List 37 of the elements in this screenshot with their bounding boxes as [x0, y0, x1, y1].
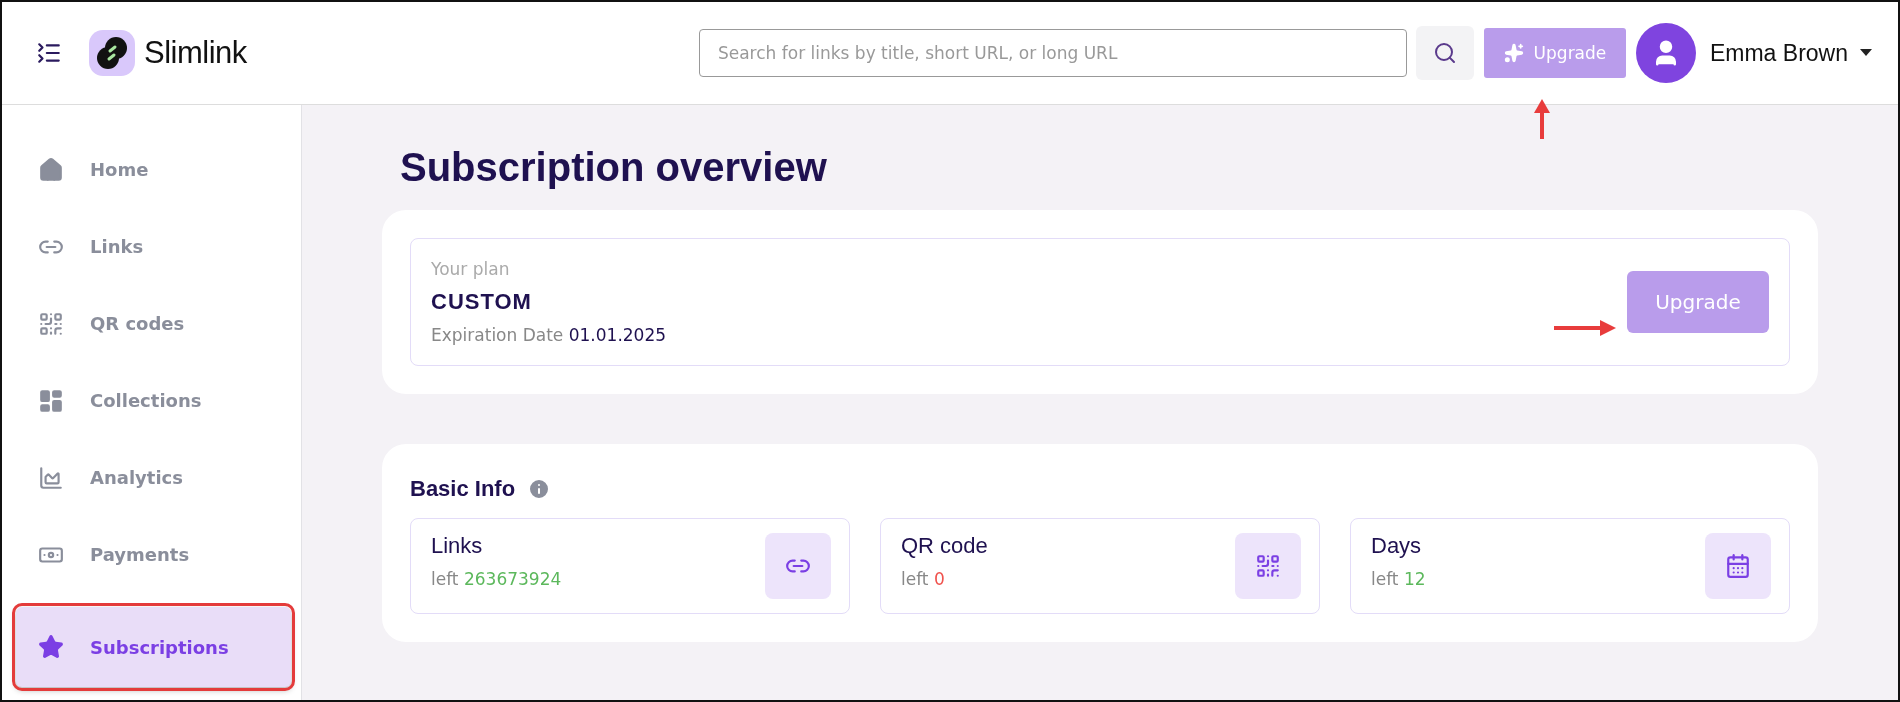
menu-icon[interactable]: [36, 40, 62, 66]
chart-icon: [38, 464, 64, 491]
upgrade-button[interactable]: Upgrade: [1483, 28, 1626, 78]
calendar-icon: [1725, 553, 1751, 579]
page-title: Subscription overview: [400, 145, 828, 190]
sidebar-item[interactable]: Collections: [16, 372, 291, 429]
brand-name: Slimlink: [144, 35, 247, 71]
expiration-date: Expiration Date 01.01.2025: [431, 325, 667, 345]
sidebar-item[interactable]: Analytics: [16, 449, 291, 506]
star-icon: [38, 634, 64, 660]
stat-remaining: left 12: [1371, 569, 1426, 589]
qr-code-icon: [38, 310, 64, 337]
annotation-arrow: [1554, 320, 1616, 336]
caret-icon: [1860, 49, 1872, 57]
search-icon: [1432, 41, 1457, 65]
logo-icon: [88, 29, 136, 77]
user-menu[interactable]: Emma Brown: [1709, 39, 1872, 67]
plan-name: CUSTOM: [431, 289, 532, 315]
sidebar-item[interactable]: Payments: [16, 526, 291, 583]
stat-name: Days: [1371, 533, 1423, 559]
annotation-arrow: [1534, 99, 1550, 139]
stat-name: QR code: [901, 533, 988, 559]
sparkle-icon: [1503, 43, 1524, 63]
stat-name: Links: [431, 533, 484, 559]
stat-remaining: left 0: [901, 569, 946, 589]
sidebar-item[interactable]: Links: [16, 218, 291, 275]
qr-code-icon: [1255, 553, 1281, 579]
home-icon: [38, 156, 64, 183]
sidebar-item[interactable]: Home: [16, 141, 291, 198]
layout-icon: [38, 387, 64, 414]
sidebar-item[interactable]: QR codes: [16, 295, 291, 352]
stat-remaining: left 263673924: [431, 569, 562, 589]
upgrade-button[interactable]: Upgrade: [1627, 271, 1769, 333]
search-field[interactable]: Search for links by title, short URL, or long URL: [698, 29, 1407, 77]
plan-caption: Your plan: [431, 259, 510, 279]
section-title: Basic Info: [410, 476, 516, 502]
search-button[interactable]: [1415, 26, 1474, 80]
